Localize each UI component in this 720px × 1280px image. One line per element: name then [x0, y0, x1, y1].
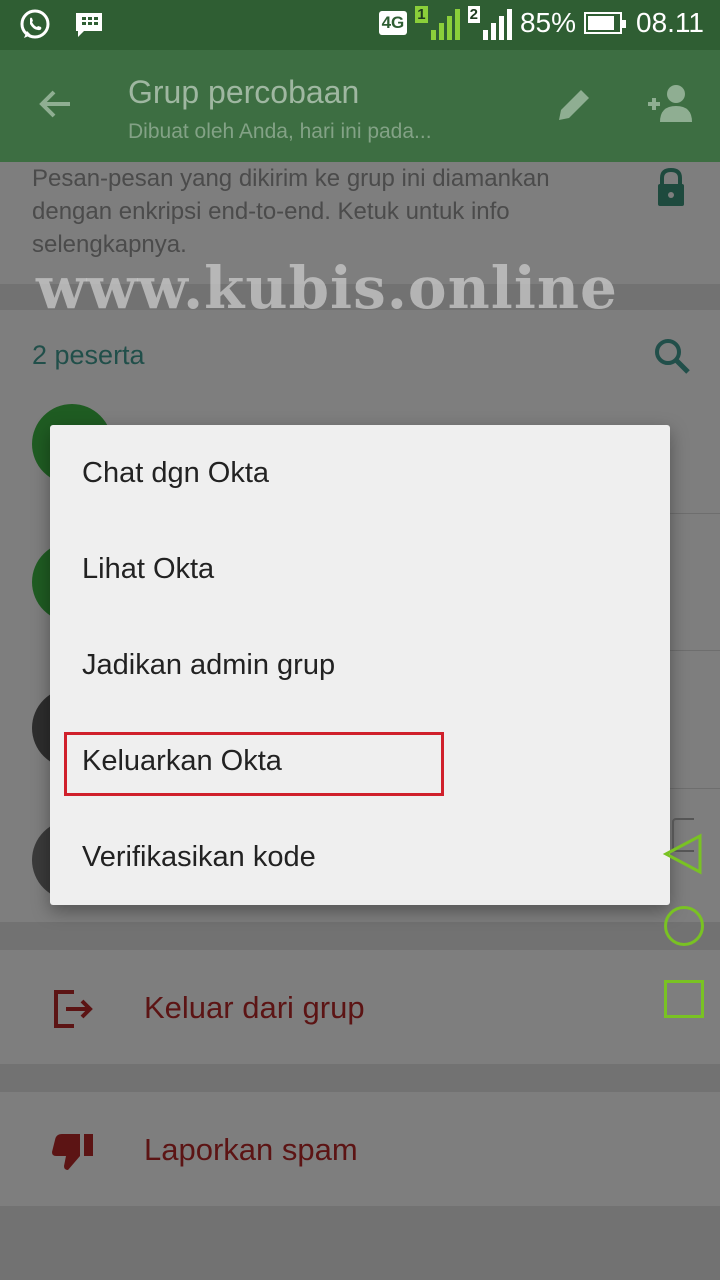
exit-icon: [54, 990, 93, 1028]
menu-item-label: Lihat Okta: [82, 553, 215, 585]
menu-item-label: Jadikan admin grup: [82, 649, 336, 681]
whatsapp-icon: [20, 9, 50, 39]
nav-recents-icon[interactable]: [664, 980, 704, 1018]
sim1-signal-icon: 1: [415, 6, 460, 40]
report-spam-label: Laporkan spam: [144, 1132, 358, 1167]
menu-item-make-admin[interactable]: Jadikan admin grup: [50, 617, 670, 713]
menu-item-chat[interactable]: Chat dgn Okta: [50, 425, 670, 521]
thumbs-down-icon: [52, 1134, 93, 1170]
status-bar: 4G 1 2 85% 08.11: [0, 0, 720, 50]
bottom-area: [0, 1206, 720, 1280]
sim2-signal-icon: 2: [467, 6, 512, 40]
sim2-label: 2: [467, 6, 480, 23]
exit-group-row[interactable]: Keluar dari grup: [0, 950, 720, 1064]
watermark: www.kubis.online: [36, 254, 618, 322]
search-icon[interactable]: [652, 336, 692, 376]
network-badge: 4G: [378, 11, 408, 35]
sim1-label: 1: [415, 6, 428, 23]
participant-count: 2 peserta: [32, 340, 145, 370]
battery-fill: [588, 16, 614, 30]
menu-item-label: Chat dgn Okta: [82, 457, 269, 489]
exit-group-label: Keluar dari grup: [144, 990, 365, 1025]
menu-item-verify-code[interactable]: Verifikasikan kode: [50, 809, 670, 905]
app-bar: Grup percobaan Dibuat oleh Anda, hari in…: [0, 50, 720, 162]
add-participant-icon[interactable]: [644, 80, 694, 128]
menu-item-view-contact[interactable]: Lihat Okta: [50, 521, 670, 617]
section-gap: [0, 1064, 720, 1092]
menu-item-label: Verifikasikan kode: [82, 841, 316, 873]
nav-home-icon[interactable]: [664, 906, 704, 946]
group-title[interactable]: Grup percobaan: [128, 74, 359, 111]
back-arrow-icon[interactable]: [34, 82, 78, 126]
encryption-text: Pesan-pesan yang dikirim ke grup ini dia…: [32, 165, 550, 258]
nav-back-icon[interactable]: [662, 832, 704, 876]
clock: 08.11: [636, 7, 704, 38]
highlight-box: [64, 732, 444, 796]
battery-percent: 85%: [519, 7, 576, 38]
participant-context-menu: Chat dgn Okta Lihat Okta Jadikan admin g…: [50, 425, 670, 905]
battery-icon: [584, 12, 626, 34]
group-subtitle: Dibuat oleh Anda, hari ini pada...: [128, 120, 432, 143]
edit-pencil-icon[interactable]: [553, 82, 597, 126]
report-spam-row[interactable]: Laporkan spam: [0, 1092, 720, 1206]
lock-icon: [658, 167, 684, 206]
section-gap: [0, 922, 720, 950]
bbm-icon: [76, 13, 102, 37]
